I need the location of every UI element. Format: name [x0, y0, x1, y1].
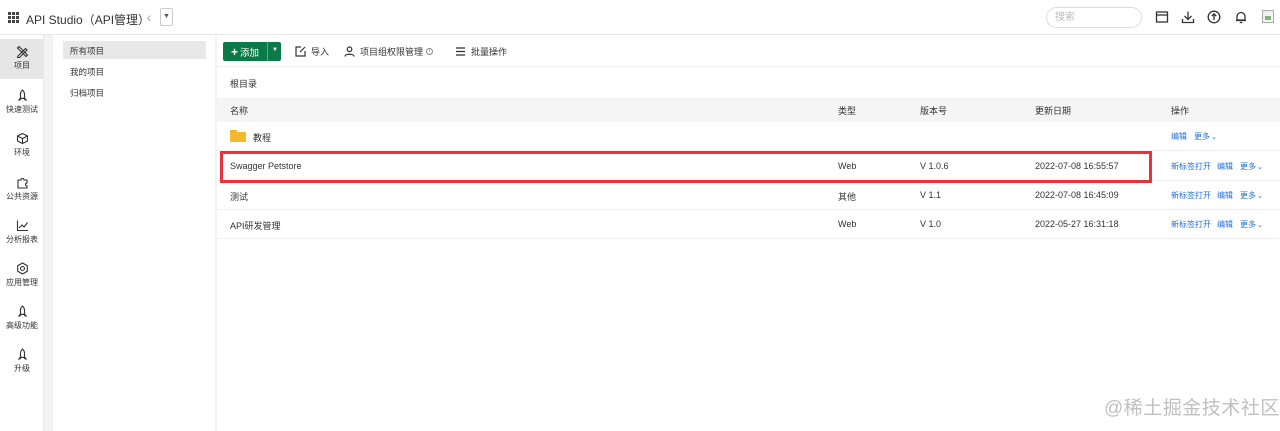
batch-operation-button[interactable]: 批量操作: [455, 44, 507, 58]
subnav-item-all-projects[interactable]: 所有项目: [63, 41, 206, 59]
search-input[interactable]: [1046, 7, 1142, 28]
user-icon: [344, 45, 355, 57]
import-label: 导入: [311, 46, 330, 57]
rail-item-label: 分析报表: [6, 235, 38, 244]
toolbar: + 添加 ▼ 导入 项目组权限管理 i 批量操作: [217, 35, 1280, 67]
rocket-icon: [17, 348, 27, 360]
row-type: Web: [838, 219, 857, 229]
rail-item-analytics[interactable]: 分析报表: [0, 213, 44, 253]
edit-link[interactable]: 编辑: [1171, 131, 1187, 142]
download-icon[interactable]: [1181, 10, 1195, 24]
column-header-type[interactable]: 类型: [838, 104, 856, 117]
table-row[interactable]: API研发管理 Web V 1.0 2022-05-27 16:31:18 新标…: [217, 210, 1280, 239]
hexagon-gear-icon: [16, 262, 28, 275]
more-link[interactable]: 更多⌄: [1240, 219, 1263, 230]
left-rail: 项目 快速测试 环境 公共资源 分析报表 应用管理 高级功能 升级: [0, 35, 44, 431]
folder-icon: [230, 130, 246, 142]
more-link[interactable]: 更多⌄: [1240, 190, 1263, 201]
project-subnav: 所有项目 我的项目 归档项目: [53, 35, 215, 431]
chevron-down-icon: ⌄: [1211, 134, 1217, 141]
app-title: API Studio（API管理）: [26, 13, 151, 27]
chevron-down-icon: ⌄: [1257, 164, 1263, 171]
chevron-left-icon[interactable]: ‹: [141, 8, 157, 26]
row-name[interactable]: 教程: [253, 131, 271, 144]
batch-operation-label: 批量操作: [471, 46, 508, 57]
chevron-down-icon: ⌄: [1257, 193, 1263, 200]
main-panel: + 添加 ▼ 导入 项目组权限管理 i 批量操作 根目录 名称 类型 版本号 更…: [217, 35, 1280, 431]
rail-item-label: 公共资源: [6, 192, 38, 201]
table-row-folder[interactable]: 教程 编辑 更多⌄: [217, 122, 1280, 151]
rail-item-quick-test[interactable]: 快速测试: [0, 83, 44, 123]
subnav-item-archived-projects[interactable]: 归档项目: [63, 83, 206, 101]
app-grid-icon[interactable]: [8, 12, 19, 23]
more-link[interactable]: 更多⌄: [1240, 161, 1263, 172]
rail-item-label: 升级: [14, 364, 30, 373]
row-updated: 2022-07-08 16:55:57: [1035, 161, 1119, 171]
column-header-version[interactable]: 版本号: [920, 104, 947, 117]
rail-item-label: 环境: [14, 148, 30, 157]
add-button[interactable]: + 添加 ▼: [223, 42, 281, 61]
bell-icon[interactable]: [1234, 10, 1248, 24]
table-header: 名称 类型 版本号 更新日期 操作: [217, 98, 1280, 122]
group-permission-button[interactable]: 项目组权限管理 i: [344, 44, 434, 58]
row-updated: 2022-07-08 16:45:09: [1035, 190, 1119, 200]
row-version: V 1.0: [920, 219, 942, 229]
rail-item-app-management[interactable]: 应用管理: [0, 256, 44, 296]
row-type: Web: [838, 161, 857, 171]
column-header-actions: 操作: [1171, 106, 1190, 116]
add-button-label: 添加: [240, 47, 260, 59]
open-in-new-tab-link[interactable]: 新标签打开: [1171, 190, 1211, 201]
add-button-divider: [267, 42, 268, 61]
table-row[interactable]: 测试 其他 V 1.1 2022-07-08 16:45:09 新标签打开 编辑…: [217, 181, 1280, 210]
row-updated: 2022-05-27 16:31:18: [1035, 219, 1119, 229]
open-in-new-tab-link[interactable]: 新标签打开: [1171, 161, 1211, 172]
row-version: V 1.0.6: [920, 161, 949, 171]
rocket-icon: [17, 305, 27, 317]
column-header-name[interactable]: 名称: [230, 104, 248, 117]
group-permission-label: 项目组权限管理: [360, 46, 424, 57]
row-name[interactable]: 测试: [230, 190, 248, 203]
watermark: @稀土掘金技术社区: [1104, 398, 1280, 419]
info-icon[interactable]: i: [426, 47, 434, 55]
row-version: V 1.1: [920, 190, 942, 200]
chevron-down-icon[interactable]: ▼: [160, 8, 173, 26]
list-icon: [456, 46, 465, 56]
row-name[interactable]: API研发管理: [230, 219, 281, 232]
edit-link[interactable]: 编辑: [1217, 219, 1233, 230]
import-button[interactable]: 导入: [295, 44, 329, 58]
edit-link[interactable]: 编辑: [1217, 161, 1233, 172]
edit-link[interactable]: 编辑: [1217, 190, 1233, 201]
rail-item-label: 应用管理: [6, 278, 38, 287]
broken-image-icon[interactable]: [1262, 10, 1274, 23]
rail-item-public-resources[interactable]: 公共资源: [0, 170, 44, 210]
cube-icon: [16, 132, 28, 145]
open-in-new-tab-link[interactable]: 新标签打开: [1171, 219, 1211, 230]
top-bar: API Studio（API管理） ‹ ▼: [0, 0, 1280, 35]
rail-item-label: 快速测试: [6, 105, 38, 114]
rail-item-label: 高级功能: [6, 321, 38, 330]
more-link[interactable]: 更多⌄: [1194, 131, 1217, 142]
row-name[interactable]: Swagger Petstore: [230, 161, 302, 171]
rocket-icon: [17, 89, 27, 101]
puzzle-icon: [16, 178, 28, 189]
rail-item-projects[interactable]: 项目: [0, 39, 44, 79]
rail-item-upgrade[interactable]: 升级: [0, 342, 44, 382]
rail-item-label: 项目: [14, 61, 30, 70]
column-header-updated[interactable]: 更新日期: [1035, 104, 1071, 117]
import-icon: [295, 45, 306, 57]
window-icon[interactable]: [1155, 10, 1169, 24]
rail-item-advanced[interactable]: 高级功能: [0, 299, 44, 339]
pen-ruler-icon: [16, 45, 28, 58]
table-row[interactable]: Swagger Petstore Web V 1.0.6 2022-07-08 …: [217, 152, 1280, 181]
plus-icon: +: [231, 44, 239, 59]
row-type: 其他: [838, 192, 857, 202]
breadcrumb[interactable]: 根目录: [230, 77, 257, 90]
line-chart-icon: [16, 220, 28, 232]
caret-down-icon[interactable]: ▼: [272, 47, 278, 53]
rail-item-environment[interactable]: 环境: [0, 126, 44, 166]
subnav-item-my-projects[interactable]: 我的项目: [63, 62, 206, 80]
upload-circle-icon[interactable]: [1207, 10, 1221, 24]
chevron-down-icon: ⌄: [1257, 222, 1263, 229]
